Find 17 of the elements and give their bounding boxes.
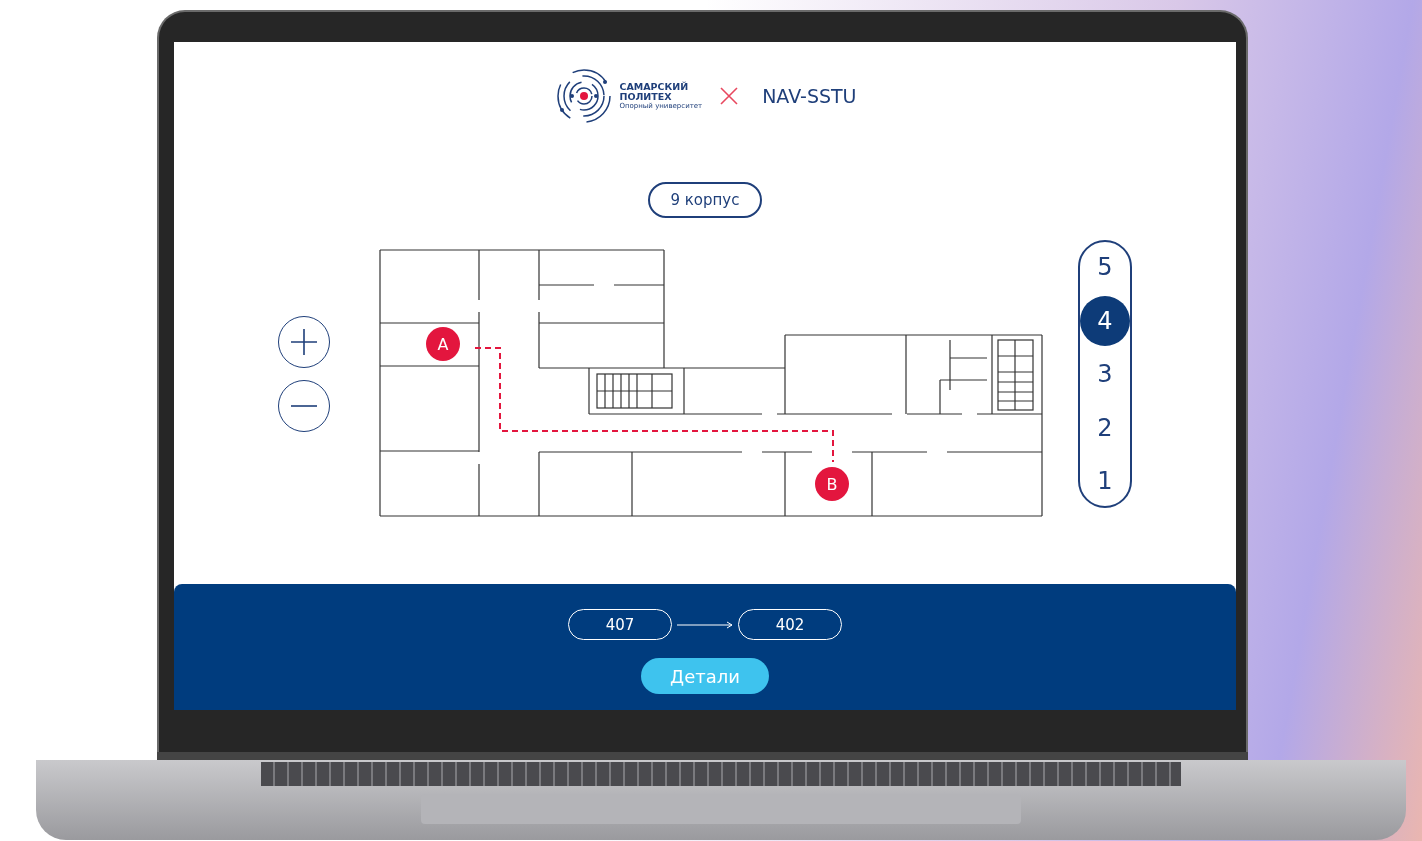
start-marker[interactable]: A xyxy=(426,327,460,361)
floor-button[interactable]: 5 xyxy=(1080,242,1130,292)
plus-icon xyxy=(290,328,318,356)
zoom-out-button[interactable] xyxy=(278,380,330,432)
logo-title: ПОЛИТЕХ xyxy=(619,91,673,102)
floor-button[interactable]: 1 xyxy=(1080,456,1130,506)
arrow-icon xyxy=(676,620,734,629)
app-name: NAV-SSTU xyxy=(762,85,857,107)
logo-title: САМАРСКИЙ xyxy=(619,81,690,92)
cross-icon xyxy=(720,87,739,105)
floor-button[interactable]: 4 xyxy=(1080,295,1130,346)
end-marker[interactable]: B xyxy=(815,467,849,501)
building-label[interactable]: 9 корпус xyxy=(648,182,762,218)
floor-button[interactable]: 3 xyxy=(1080,349,1130,399)
floor-button[interactable]: 2 xyxy=(1080,402,1130,453)
minus-icon xyxy=(290,404,318,408)
zoom-in-button[interactable] xyxy=(278,316,330,368)
